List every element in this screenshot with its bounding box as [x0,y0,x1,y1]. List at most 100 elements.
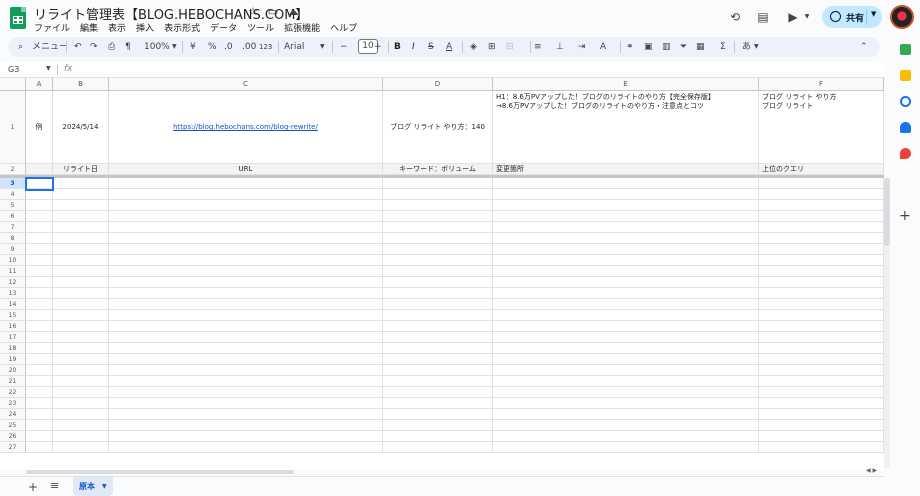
column-header-e[interactable]: E [493,78,759,91]
contacts-icon[interactable] [900,122,911,133]
grid-cell[interactable] [26,354,53,365]
grid-cell[interactable] [53,244,109,255]
row-header[interactable]: 7 [0,222,26,233]
column-header-a[interactable]: A [26,78,53,91]
row-header[interactable]: 26 [0,431,26,442]
grid-cell[interactable] [109,233,383,244]
strikethrough-icon[interactable]: S [428,40,434,54]
column-header-f[interactable]: F [759,78,884,91]
chevron-down-icon[interactable]: ▼ [172,40,177,54]
chevron-down-icon[interactable]: ▼ [800,10,814,24]
grid-cell[interactable] [493,233,759,244]
text-rotate-icon[interactable]: A [600,40,606,54]
grid-cell[interactable] [493,431,759,442]
grid-cell[interactable] [53,222,109,233]
grid-cell[interactable] [759,376,884,387]
cell-a2[interactable] [26,164,53,175]
grid-cell[interactable] [53,398,109,409]
maps-icon[interactable] [900,148,911,159]
grid-cell[interactable] [53,420,109,431]
row-header[interactable]: 19 [0,354,26,365]
row-header[interactable]: 10 [0,255,26,266]
grid-cell[interactable] [383,200,493,211]
row-header[interactable]: 12 [0,277,26,288]
grid-cell[interactable] [53,288,109,299]
grid-cell[interactable] [26,387,53,398]
grid-cell[interactable] [53,387,109,398]
grid-cell[interactable] [109,420,383,431]
grid-cell[interactable] [109,189,383,200]
chevron-down-icon[interactable]: ▼ [320,40,325,54]
grid-cell[interactable] [53,255,109,266]
grid-cell[interactable] [109,354,383,365]
grid-cell[interactable] [26,211,53,222]
grid-cell[interactable] [53,178,109,189]
print-icon[interactable]: ⎙ [108,40,115,54]
grid-cell[interactable] [493,244,759,255]
grid-cell[interactable] [759,387,884,398]
grid-cell[interactable] [759,409,884,420]
grid-cell[interactable] [493,178,759,189]
grid-cell[interactable] [53,343,109,354]
grid-cell[interactable] [53,332,109,343]
grid-cell[interactable] [383,343,493,354]
grid-cell[interactable] [383,442,493,453]
grid-cell[interactable] [383,398,493,409]
chevron-down-icon[interactable]: ▼ [102,477,107,496]
font-select[interactable]: Arial [284,40,304,54]
grid-cell[interactable] [26,365,53,376]
text-wrap-icon[interactable]: ⇥ [578,40,586,54]
grid-cell[interactable] [383,387,493,398]
search-menu-label[interactable]: メニュー [32,40,68,54]
grid-cell[interactable] [53,354,109,365]
grid-cell[interactable] [26,233,53,244]
decrease-decimal-button[interactable]: .0 [224,40,233,54]
grid-cell[interactable] [493,343,759,354]
horizontal-scroll-thumb[interactable] [26,470,294,474]
zoom-select[interactable]: 100% [144,40,170,54]
grid-cell[interactable] [759,343,884,354]
grid-cell[interactable] [493,211,759,222]
grid-cell[interactable] [26,310,53,321]
menu-tools[interactable]: ツール [247,21,274,34]
grid-cell[interactable] [26,288,53,299]
meet-icon[interactable]: ▶ [786,10,800,24]
row-header[interactable]: 27 [0,442,26,453]
select-all-corner[interactable] [0,78,26,91]
grid-cell[interactable] [759,321,884,332]
grid-cell[interactable] [493,288,759,299]
grid-cell[interactable] [53,266,109,277]
get-addons-icon[interactable]: + [899,208,911,224]
text-color-icon[interactable]: A [446,40,452,54]
scroll-arrows-icon[interactable]: ◀ ▶ [866,467,877,474]
grid-cell[interactable] [26,409,53,420]
grid-cell[interactable] [109,244,383,255]
grid-cell[interactable] [383,310,493,321]
number-format-button[interactable]: 123 [259,40,272,54]
column-header-b[interactable]: B [53,78,109,91]
row-header[interactable]: 16 [0,321,26,332]
grid-cell[interactable] [759,398,884,409]
input-tools-button[interactable]: あ [742,40,751,54]
cell-b2[interactable]: リライト日 [53,164,109,175]
grid-cell[interactable] [493,398,759,409]
column-header-c[interactable]: C [109,78,383,91]
grid-cell[interactable] [493,321,759,332]
grid-cell[interactable] [26,376,53,387]
star-icon[interactable]: ☆ [246,5,260,19]
grid-cell[interactable] [383,354,493,365]
grid-cell[interactable] [759,244,884,255]
row-header[interactable]: 17 [0,332,26,343]
grid-cell[interactable] [493,376,759,387]
menu-data[interactable]: データ [210,21,237,34]
spreadsheet-grid[interactable]: A B C D E F 1 例 2024/5/14 https://blog.h… [0,78,884,470]
sheet-tab[interactable]: 原本 ▼ [73,477,113,496]
row-header[interactable]: 21 [0,376,26,387]
increase-decimal-button[interactable]: .00 [242,40,256,54]
chart-icon[interactable]: ▥ [662,40,671,54]
grid-cell[interactable] [26,332,53,343]
menu-file[interactable]: ファイル [34,21,70,34]
grid-cell[interactable] [759,332,884,343]
add-sheet-icon[interactable]: + [28,480,38,494]
tasks-icon[interactable] [900,96,911,107]
